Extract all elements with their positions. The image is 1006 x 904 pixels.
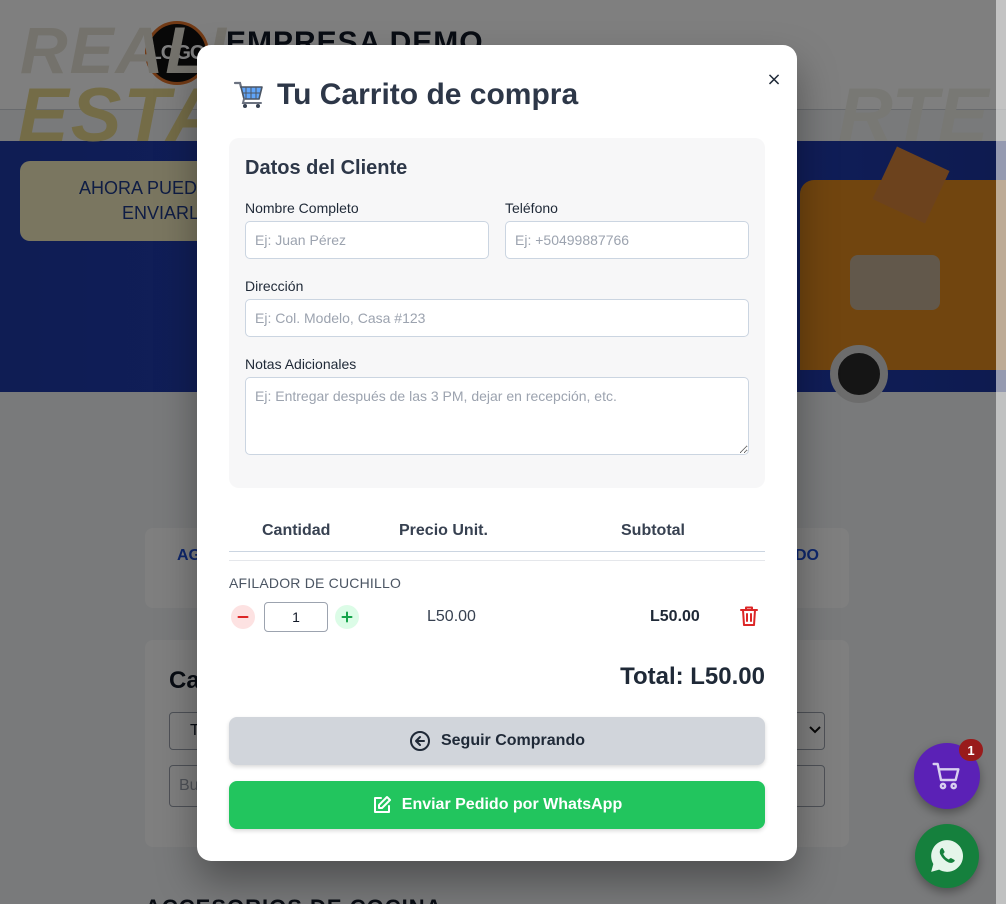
continue-shopping-label: Seguir Comprando: [440, 732, 585, 749]
continue-shopping-button[interactable]: Seguir Comprando: [229, 717, 765, 765]
shopping-cart-icon: [233, 81, 263, 108]
cart-icon: [932, 762, 960, 790]
notes-label: Notas Adicionales: [245, 356, 357, 372]
item-name: AFILADOR DE CUCHILLO: [229, 575, 402, 591]
cart-count-badge: 1: [959, 739, 983, 761]
modal-title: Tu Carrito de compra: [277, 78, 579, 111]
plus-icon: [341, 611, 353, 623]
name-label: Nombre Completo: [245, 200, 359, 216]
column-header-unit-price: Precio Unit.: [399, 522, 488, 539]
table-divider: [229, 560, 765, 561]
cart-table-header: Cantidad Precio Unit. Subtotal: [229, 515, 765, 552]
phone-input[interactable]: [505, 221, 749, 259]
address-label: Dirección: [245, 278, 304, 294]
remove-item-button[interactable]: [737, 605, 761, 629]
send-whatsapp-order-label: Enviar Pedido por WhatsApp: [401, 796, 623, 813]
decrease-quantity-button[interactable]: [231, 605, 255, 629]
notes-textarea[interactable]: [245, 377, 749, 455]
modal-header: Tu Carrito de compra: [233, 78, 578, 112]
client-data-section: Datos del Cliente Nombre Completo Teléfo…: [229, 138, 765, 488]
item-unit-price: L50.00: [427, 608, 476, 625]
column-header-quantity: Cantidad: [262, 522, 331, 539]
increase-quantity-button[interactable]: [335, 605, 359, 629]
edit-icon: [373, 796, 391, 813]
cart-total: Total: L50.00: [620, 663, 765, 690]
cart-modal: × Tu Carrito de compra Datos del Cliente…: [197, 45, 797, 861]
client-section-title: Datos del Cliente: [245, 157, 408, 179]
arrow-left-circle-icon: [409, 731, 430, 751]
column-header-subtotal: Subtotal: [621, 522, 685, 539]
item-subtotal: L50.00: [650, 608, 700, 625]
quantity-input[interactable]: [264, 602, 328, 632]
floating-whatsapp-button[interactable]: [915, 824, 979, 888]
phone-label: Teléfono: [505, 200, 558, 216]
minus-icon: [237, 616, 249, 618]
address-input[interactable]: [245, 299, 749, 337]
page-scrollbar[interactable]: [996, 0, 1006, 904]
close-modal-button[interactable]: ×: [762, 67, 786, 91]
name-input[interactable]: [245, 221, 489, 259]
trash-icon: [740, 606, 758, 626]
send-whatsapp-order-button[interactable]: Enviar Pedido por WhatsApp: [229, 781, 765, 829]
whatsapp-icon: [931, 840, 963, 872]
